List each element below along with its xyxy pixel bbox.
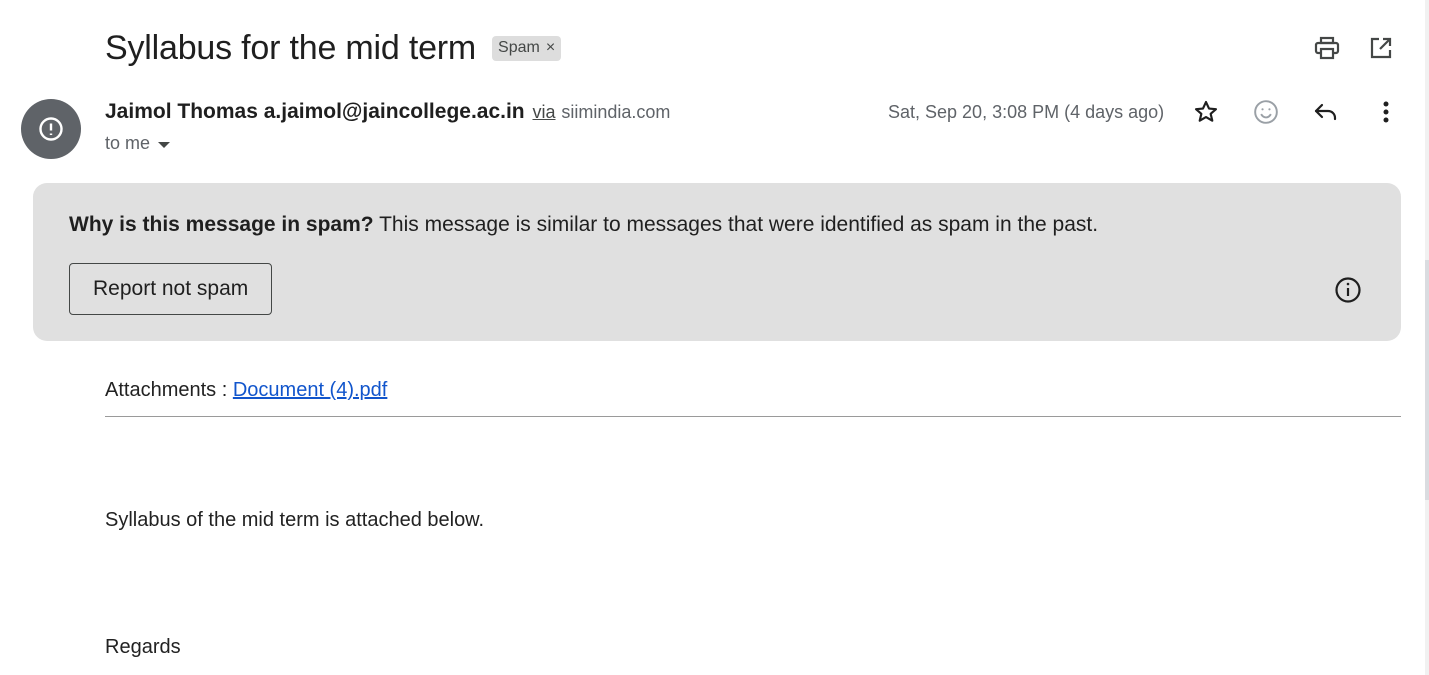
- spam-reason: Why is this message in spam? This messag…: [69, 213, 1098, 237]
- thread-actions: [1307, 30, 1401, 66]
- reply-icon[interactable]: [1306, 94, 1346, 130]
- message-date: Sat, Sep 20, 3:08 PM (4 days ago): [888, 102, 1165, 122]
- body-line-2: Regards: [105, 636, 181, 658]
- email-view: Syllabus for the mid term Spam × Jaimol …: [0, 0, 1429, 675]
- caret-down-icon: [158, 141, 171, 148]
- emoji-reaction-icon[interactable]: [1246, 94, 1286, 130]
- print-icon[interactable]: [1307, 30, 1347, 66]
- recipient-label: to me: [105, 133, 151, 153]
- email-subject: Syllabus for the mid term: [105, 28, 477, 67]
- sender-avatar: [21, 99, 81, 159]
- spam-question: Why is this message in spam?: [69, 213, 374, 236]
- via-domain: siimindia.com: [561, 102, 671, 122]
- more-vert-icon[interactable]: [1366, 94, 1406, 130]
- spam-explanation: This message is similar to messages that…: [379, 213, 1099, 236]
- message-actions: [1186, 94, 1406, 130]
- subject-row: Syllabus for the mid term Spam ×: [105, 26, 562, 70]
- attachments-label: Attachments :: [105, 379, 233, 401]
- open-in-new-window-icon[interactable]: [1361, 30, 1401, 66]
- star-icon[interactable]: [1186, 94, 1226, 130]
- alert-circle-icon: [39, 117, 63, 141]
- sender-line: Jaimol Thomas a.jaimol@jaincollege.ac.in…: [105, 100, 670, 124]
- scrollbar-thumb[interactable]: [1425, 260, 1429, 500]
- divider: [105, 416, 1401, 417]
- attachment-link[interactable]: Document (4).pdf: [233, 379, 388, 401]
- remove-label-icon[interactable]: ×: [546, 39, 555, 57]
- via-link[interactable]: via: [532, 102, 555, 122]
- attachments-line: Attachments : Document (4).pdf: [105, 379, 387, 402]
- sender-email[interactable]: a.jaimol@jaincollege.ac.in: [264, 100, 525, 123]
- label-chip-text: Spam: [498, 39, 540, 56]
- spam-label-chip: Spam ×: [492, 35, 562, 61]
- recipient-details-toggle[interactable]: to me: [105, 133, 171, 154]
- sender-name[interactable]: Jaimol Thomas: [105, 100, 258, 123]
- report-not-spam-button[interactable]: Report not spam: [69, 263, 273, 315]
- spam-warning-banner: Why is this message in spam? This messag…: [33, 183, 1401, 341]
- body-line-1: Syllabus of the mid term is attached bel…: [105, 509, 485, 531]
- info-icon[interactable]: [1333, 275, 1363, 305]
